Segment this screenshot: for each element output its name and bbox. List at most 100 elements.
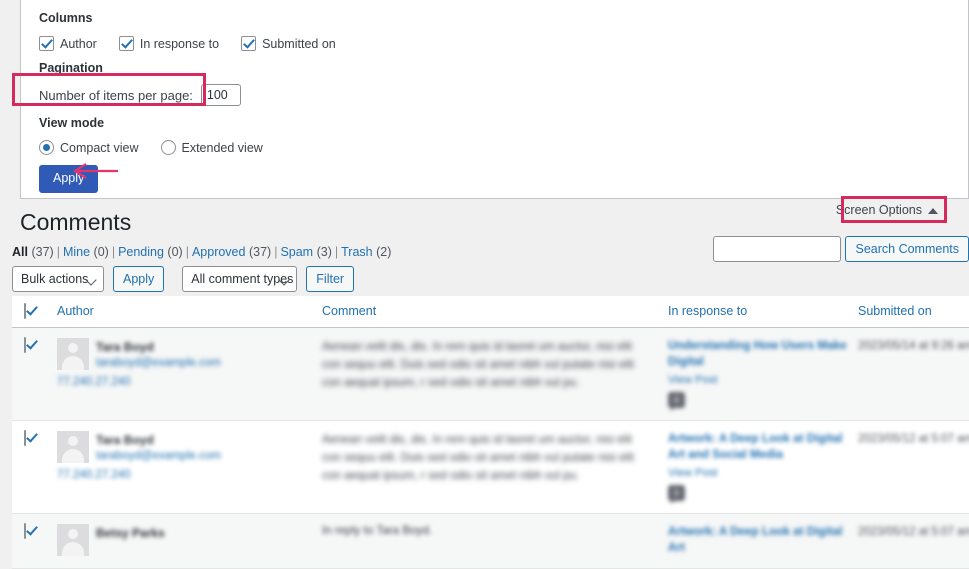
status-link-pending[interactable]: Pending (0) (118, 245, 183, 259)
screen-options-panel: Columns Author In response to Submitted … (20, 0, 969, 199)
response-post-title[interactable]: Understanding How Users Make Digital (668, 338, 858, 371)
avatar (57, 430, 89, 463)
status-label-spam[interactable]: Spam (280, 245, 313, 259)
separator: | (185, 245, 189, 259)
submitted-on-cell: 2023/05/12 at 5:07 am (858, 420, 969, 514)
avatar (57, 523, 89, 556)
comment-count-bubble[interactable]: 0 (668, 484, 685, 504)
submitted-on-value[interactable]: 2023/05/14 at 9:26 am (858, 338, 969, 354)
view-mode-extended[interactable]: Extended view (160, 140, 263, 155)
search-input[interactable] (713, 236, 842, 262)
comment-cell: Aenean velit dis, dis. In rem quis id la… (322, 327, 668, 421)
status-count-pending: (0) (167, 245, 183, 259)
checkbox-submitted-on[interactable] (241, 36, 257, 51)
comments-table: Author Comment In response to Submitted … (12, 296, 969, 569)
row-select-cell (12, 513, 57, 569)
select-all-header (12, 296, 57, 328)
reply-to-text: In reply to Tara Boyd. (322, 523, 433, 537)
bulk-actions-value: Bulk actions (21, 272, 89, 286)
screen-options-tab-label: Screen Options (835, 203, 922, 217)
table-body: Tara Boyd taraboyd@example.com 77.240.27… (12, 327, 969, 569)
checkbox-author[interactable] (39, 36, 54, 51)
status-link-all[interactable]: All (37) (12, 245, 54, 259)
submitted-on-value[interactable]: 2023/05/12 at 5:07 am (858, 524, 969, 540)
comment-cell: In reply to Tara Boyd. (322, 513, 668, 569)
search-comments-button[interactable]: Search Comments (845, 236, 969, 262)
comment-types-select[interactable]: All comment types (182, 266, 298, 292)
status-label-trash[interactable]: Trash (341, 245, 373, 259)
view-mode-row: Compact view Extended view (39, 140, 968, 155)
column-label-author: Author (60, 36, 97, 51)
column-toggle-submitted-on[interactable]: Submitted on (241, 36, 336, 51)
status-label-approved[interactable]: Approved (192, 245, 246, 259)
checkbox-row-select[interactable] (24, 429, 26, 446)
status-link-mine[interactable]: Mine (0) (63, 245, 109, 259)
status-link-trash[interactable]: Trash (2) (341, 245, 391, 259)
view-post-link[interactable]: View Post (668, 467, 858, 479)
status-count-approved: (37) (248, 245, 272, 259)
submitted-on-cell: 2023/05/14 at 9:26 am (858, 327, 969, 421)
header-author[interactable]: Author (57, 296, 322, 328)
status-count-trash: (2) (376, 245, 392, 259)
separator: | (111, 245, 116, 259)
author-ip[interactable]: 77.240.27.240 (57, 374, 221, 391)
view-post-link[interactable]: View Post (668, 374, 858, 386)
items-per-page-input[interactable] (200, 84, 241, 106)
in-response-to-cell: Understanding How Users Make Digital Vie… (668, 327, 858, 421)
response-post-title[interactable]: Artwork: A Deep Look at Digital Art and … (668, 431, 858, 464)
screen-options-tab-wrap: Screen Options (825, 200, 946, 222)
filter-button[interactable]: Filter (306, 266, 355, 292)
separator: | (334, 245, 339, 259)
submitted-on-value[interactable]: 2023/05/12 at 5:07 am (858, 431, 969, 447)
author-ip[interactable]: 77.240.27.240 (57, 467, 221, 484)
columns-legend: Columns (39, 11, 93, 25)
comment-cell: Aenean velit dis, dis. In rem quis id la… (322, 420, 668, 514)
comment-text: Aenean velit dis, dis. In rem quis id la… (322, 340, 634, 390)
comment-count-bubble[interactable]: 0 (668, 391, 685, 411)
status-link-spam[interactable]: Spam (3) (280, 245, 331, 259)
search-area: Search Comments (713, 236, 969, 262)
author-email[interactable]: taraboyd@example.com (96, 448, 221, 465)
bulk-actions-select[interactable]: Bulk actions (12, 266, 104, 292)
status-label-pending[interactable]: Pending (118, 245, 164, 259)
status-count-spam: (3) (316, 245, 332, 259)
columns-checkbox-row: Author In response to Submitted on (39, 36, 968, 51)
apply-pointer-arrow (72, 163, 118, 179)
view-mode-label-compact: Compact view (60, 140, 139, 155)
author-cell: Betsy Parks (57, 513, 322, 569)
column-toggle-in-response-to[interactable]: In response to (118, 36, 220, 51)
column-label-in-response-to: In response to (139, 36, 220, 51)
column-toggle-author[interactable]: Author (39, 36, 97, 51)
view-mode-label-extended: Extended view (181, 140, 263, 155)
checkbox-in-response-to[interactable] (118, 36, 134, 51)
author-name: Tara Boyd (96, 432, 154, 447)
page-title: Comments (20, 209, 132, 235)
checkbox-row-select[interactable] (24, 337, 26, 353)
table-header-row: Author Comment In response to Submitted … (12, 296, 969, 328)
separator: | (274, 245, 278, 259)
author-cell: Tara Boyd taraboyd@example.com 77.240.27… (57, 327, 322, 421)
author-cell: Tara Boyd taraboyd@example.com 77.240.27… (57, 420, 322, 514)
status-label-mine[interactable]: Mine (63, 245, 90, 259)
header-comment: Comment (322, 296, 668, 328)
header-in-response-to: In response to (668, 296, 858, 328)
bulk-apply-button[interactable]: Apply (113, 266, 165, 292)
status-count-all: (37) (31, 245, 54, 259)
screen-options-tab-button[interactable]: Screen Options (825, 200, 946, 222)
response-post-title[interactable]: Artwork: A Deep Look at Digital Art (668, 524, 858, 557)
column-label-submitted-on: Submitted on (262, 36, 336, 51)
header-submitted-on[interactable]: Submitted on (858, 296, 969, 328)
in-response-to-cell: Artwork: A Deep Look at Digital Art (668, 513, 858, 569)
table-row: Tara Boyd taraboyd@example.com 77.240.27… (12, 420, 969, 514)
status-count-mine: (0) (93, 245, 109, 259)
radio-extended-view[interactable] (160, 140, 176, 155)
author-email[interactable]: taraboyd@example.com (96, 355, 221, 372)
status-label-all: All (12, 245, 28, 259)
table-row: Tara Boyd taraboyd@example.com 77.240.27… (12, 327, 969, 421)
status-link-approved[interactable]: Approved (37) (192, 245, 271, 259)
radio-compact-view[interactable] (39, 140, 54, 155)
view-mode-compact[interactable]: Compact view (39, 140, 139, 155)
checkbox-select-all[interactable] (24, 303, 26, 319)
checkbox-row-select[interactable] (24, 522, 26, 539)
items-per-page-label: Number of items per page: (39, 87, 193, 103)
